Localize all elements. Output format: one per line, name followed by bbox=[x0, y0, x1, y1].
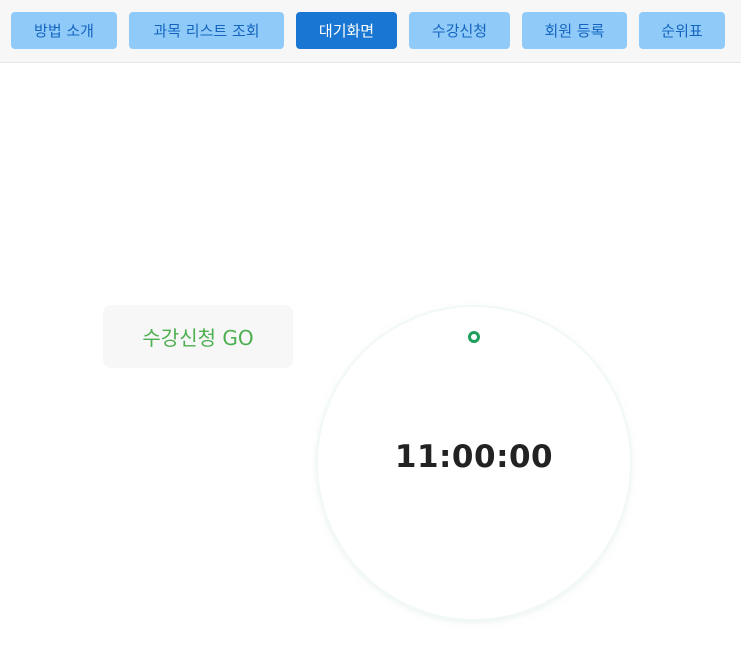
nav-button-how-to[interactable]: 방법 소개 bbox=[11, 12, 117, 49]
nav-button-registration[interactable]: 수강신청 bbox=[409, 12, 510, 49]
top-navigation-bar: 방법 소개 과목 리스트 조회 대기화면 수강신청 회원 등록 순위표 bbox=[0, 0, 741, 63]
nav-button-ranking[interactable]: 순위표 bbox=[639, 12, 725, 49]
registration-go-button[interactable]: 수강신청 GO bbox=[103, 305, 293, 368]
nav-button-member-signup[interactable]: 회원 등록 bbox=[522, 12, 627, 49]
countdown-timer-text: 11:00:00 bbox=[394, 439, 554, 475]
timer-indicator-dot-icon bbox=[468, 331, 480, 343]
nav-button-course-list[interactable]: 과목 리스트 조회 bbox=[129, 12, 284, 49]
nav-button-waiting-screen[interactable]: 대기화면 bbox=[296, 12, 397, 49]
